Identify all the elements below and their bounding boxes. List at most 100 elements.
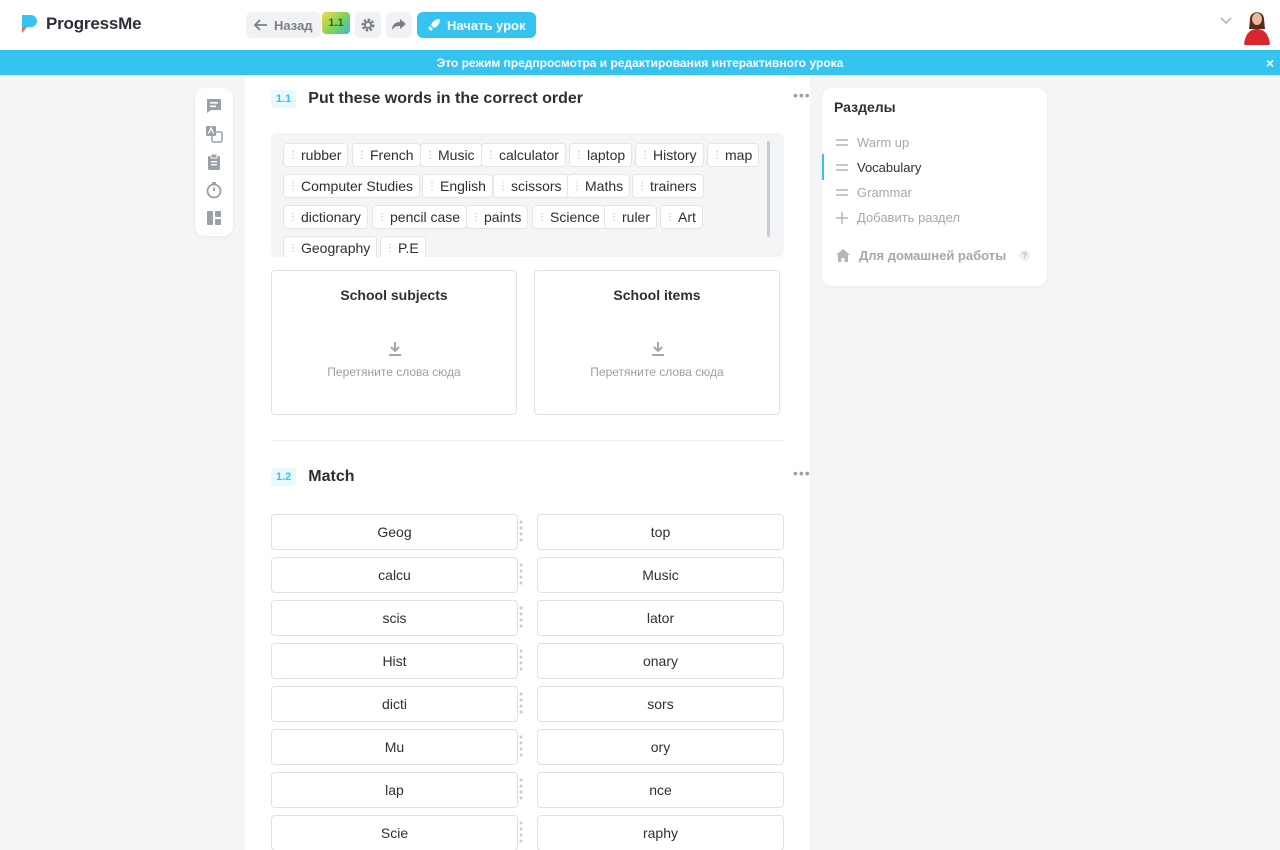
category-drop-zone[interactable]: School subjects Перетяните слова сюда <box>271 270 517 415</box>
active-section-indicator <box>822 154 824 180</box>
word-chip[interactable]: ⋮ Music <box>420 143 482 167</box>
drag-handle-icon[interactable] <box>519 562 523 588</box>
translate-icon[interactable] <box>205 125 223 143</box>
drag-handle-icon[interactable] <box>519 519 523 545</box>
match-right-item[interactable]: top <box>537 514 784 550</box>
word-chip[interactable]: ⋮ History <box>635 143 704 167</box>
timer-icon[interactable] <box>205 181 223 199</box>
word-chip[interactable]: ⋮ trainers <box>632 174 704 198</box>
word-chip[interactable]: ⋮ pencil case <box>372 205 468 229</box>
share-button[interactable] <box>386 12 412 38</box>
drag-handle-icon[interactable] <box>519 648 523 674</box>
home-icon <box>836 249 850 262</box>
exercise-header: 1.1 Put these words in the correct order <box>271 90 583 108</box>
word-chip[interactable]: ⋮ laptop <box>569 143 633 167</box>
word-chip[interactable]: ⋮ scissors <box>493 174 569 198</box>
logo[interactable]: ProgressMe <box>18 13 142 35</box>
word-chip[interactable]: ⋮ dictionary <box>283 205 368 229</box>
section-item-warm-up[interactable]: Warm up <box>836 135 909 150</box>
add-section-button[interactable]: Добавить раздел <box>836 210 960 225</box>
match-left-item[interactable]: calcu <box>271 557 518 593</box>
sections-panel: Разделы Warm up Vocabulary Grammar Добав… <box>822 88 1047 286</box>
layout-icon[interactable] <box>205 209 223 227</box>
match-right-item[interactable]: onary <box>537 643 784 679</box>
drag-lines-icon <box>836 139 848 146</box>
word-chip[interactable]: ⋮ Geography <box>283 236 378 257</box>
word-chip[interactable]: ⋮ English <box>422 174 493 198</box>
drop-hint: Перетяните слова сюда <box>327 365 461 379</box>
avatar[interactable] <box>1242 5 1272 45</box>
match-right-item[interactable]: Music <box>537 557 784 593</box>
drag-handle-icon[interactable] <box>519 777 523 803</box>
exercise-number: 1.2 <box>271 468 297 486</box>
plus-icon <box>836 211 848 224</box>
back-button[interactable]: Назад <box>246 12 321 38</box>
match-left-item[interactable]: Geog <box>271 514 518 550</box>
match-left-item[interactable]: Scie <box>271 815 518 850</box>
exercise-menu-icon[interactable]: ••• <box>793 87 811 103</box>
close-icon[interactable]: × <box>1266 55 1274 71</box>
category-title: School subjects <box>340 287 448 303</box>
start-lesson-button[interactable]: Начать урок <box>417 12 536 38</box>
word-chip[interactable]: ⋮ Maths <box>567 174 631 198</box>
drag-handle-icon[interactable] <box>519 820 523 846</box>
drag-lines-icon <box>836 164 848 171</box>
match-left-item[interactable]: Mu <box>271 729 518 765</box>
word-chip[interactable]: ⋮ P.E <box>380 236 426 257</box>
gear-icon <box>361 18 375 32</box>
category-title: School items <box>613 287 701 303</box>
word-chip[interactable]: ⋮ paints <box>466 205 529 229</box>
match-right-item[interactable]: lator <box>537 600 784 636</box>
drag-handle-icon[interactable] <box>519 734 523 760</box>
exercise-divider <box>271 440 784 441</box>
section-item-grammar[interactable]: Grammar <box>836 185 912 200</box>
comment-icon[interactable] <box>205 97 223 115</box>
logo-mark-icon <box>22 15 37 33</box>
drag-handle-icon[interactable] <box>519 691 523 717</box>
match-right-item[interactable]: sors <box>537 686 784 722</box>
word-chip[interactable]: ⋮ Computer Studies <box>283 174 421 198</box>
settings-button[interactable] <box>355 12 381 38</box>
match-left-item[interactable]: lap <box>271 772 518 808</box>
help-icon[interactable]: ? <box>1019 250 1031 261</box>
match-right-item[interactable]: ory <box>537 729 784 765</box>
match-right-item[interactable]: nce <box>537 772 784 808</box>
exercise-title: Put these words in the correct order <box>308 90 584 107</box>
exercise-number: 1.1 <box>271 90 297 108</box>
word-chip[interactable]: ⋮ rubber <box>283 143 349 167</box>
arrow-left-icon <box>254 19 267 31</box>
start-lesson-label: Начать урок <box>447 17 526 33</box>
drop-hint: Перетяните слова сюда <box>590 365 724 379</box>
rocket-icon <box>428 19 440 31</box>
left-toolbar <box>195 88 233 236</box>
homework-section-item[interactable]: Для домашней работы ? <box>836 248 1031 263</box>
drag-handle-icon[interactable] <box>519 605 523 631</box>
word-chip[interactable]: ⋮ ruler <box>604 205 658 229</box>
word-chip[interactable]: ⋮ map <box>707 143 760 167</box>
section-item-vocabulary[interactable]: Vocabulary <box>836 160 921 175</box>
word-chip[interactable]: ⋮ calculator <box>481 143 566 167</box>
download-icon <box>652 342 664 356</box>
word-bank-scrollbar[interactable] <box>767 141 770 237</box>
top-bar: ProgressMe Назад 1.1 Начать урок <box>0 0 1280 50</box>
lesson-content: 1.1 Put these words in the correct order… <box>245 75 810 850</box>
clipboard-icon[interactable] <box>205 153 223 171</box>
banner-text: Это режим предпросмотра и редактирования… <box>436 55 844 70</box>
exercise-header: 1.2 Match <box>271 468 355 486</box>
user-avatar-icon <box>1242 5 1272 45</box>
exercise-menu-icon[interactable]: ••• <box>793 465 811 481</box>
download-icon <box>389 342 401 356</box>
chevron-down-icon[interactable] <box>1220 17 1232 25</box>
word-chip[interactable]: ⋮ French <box>352 143 421 167</box>
back-button-label: Назад <box>274 17 313 33</box>
category-drop-zone[interactable]: School items Перетяните слова сюда <box>534 270 780 415</box>
match-right-item[interactable]: raphy <box>537 815 784 850</box>
match-left-item[interactable]: scis <box>271 600 518 636</box>
lesson-badge[interactable]: 1.1 <box>322 12 350 34</box>
drag-lines-icon <box>836 189 848 196</box>
exercise-title: Match <box>308 468 355 485</box>
match-left-item[interactable]: dicti <box>271 686 518 722</box>
word-chip[interactable]: ⋮ Art <box>660 205 703 229</box>
word-chip[interactable]: ⋮ Science <box>532 205 607 229</box>
match-left-item[interactable]: Hist <box>271 643 518 679</box>
